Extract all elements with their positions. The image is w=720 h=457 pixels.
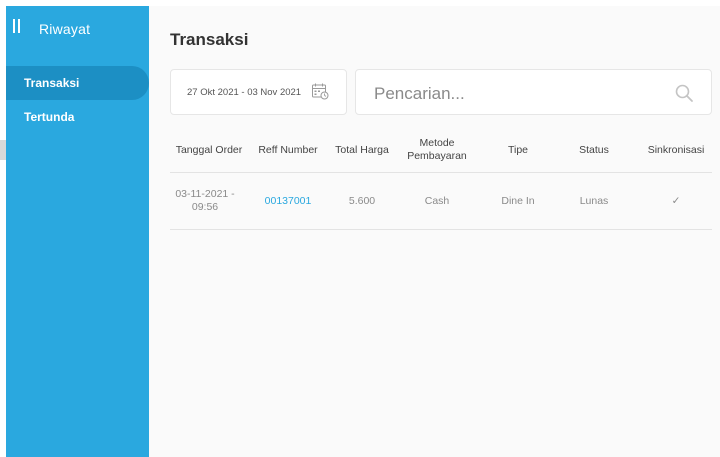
col-status: Status xyxy=(579,143,609,156)
cell-reff-number[interactable]: 00137001 xyxy=(252,173,324,229)
search-icon[interactable] xyxy=(674,83,694,103)
sidebar-item-tertunda[interactable]: Tertunda xyxy=(6,100,149,134)
col-tanggal-order: Tanggal Order xyxy=(175,143,243,156)
cell-total-harga: 5.600 xyxy=(348,194,376,207)
calendar-icon[interactable] xyxy=(311,82,329,100)
sidebar: Riwayat Transaksi Tertunda xyxy=(6,6,149,457)
sync-check-icon: ✓ xyxy=(671,194,681,207)
col-sinkronisasi: Sinkronisasi xyxy=(647,143,705,156)
cell-tipe: Dine In xyxy=(501,194,535,207)
date-range-picker[interactable]: 27 Okt 2021 - 03 Nov 2021 xyxy=(170,69,347,115)
col-total-harga: Total Harga xyxy=(335,143,389,156)
table-header: Tanggal Order Reff Number Total Harga Me… xyxy=(170,128,712,173)
col-metode-pembayaran: Metode Pembayaran xyxy=(407,137,467,162)
col-tipe: Tipe xyxy=(507,143,529,156)
col-reff-number: Reff Number xyxy=(258,143,318,156)
cell-metode: Cash xyxy=(424,194,450,207)
main-content: Transaksi 27 Okt 2021 - 03 Nov 2021 Tang… xyxy=(149,6,720,457)
sidebar-title: Riwayat xyxy=(39,21,91,37)
cell-tanggal-order: 03-11-2021 - 09:56 xyxy=(175,188,235,213)
cell-status: Lunas xyxy=(579,194,609,207)
search-input[interactable] xyxy=(372,80,656,108)
sidebar-header: Riwayat xyxy=(6,6,149,56)
sidebar-item-transaksi[interactable]: Transaksi xyxy=(6,66,149,100)
table-row[interactable]: 03-11-2021 - 09:56 00137001 5.600 Cash D… xyxy=(170,173,712,230)
sidebar-item-label: Transaksi xyxy=(24,76,80,90)
sidebar-item-label: Tertunda xyxy=(24,110,75,124)
menu-icon[interactable] xyxy=(13,19,21,33)
page-title: Transaksi xyxy=(170,30,249,49)
search-box xyxy=(355,69,712,115)
date-range-text: 27 Okt 2021 - 03 Nov 2021 xyxy=(187,87,302,98)
